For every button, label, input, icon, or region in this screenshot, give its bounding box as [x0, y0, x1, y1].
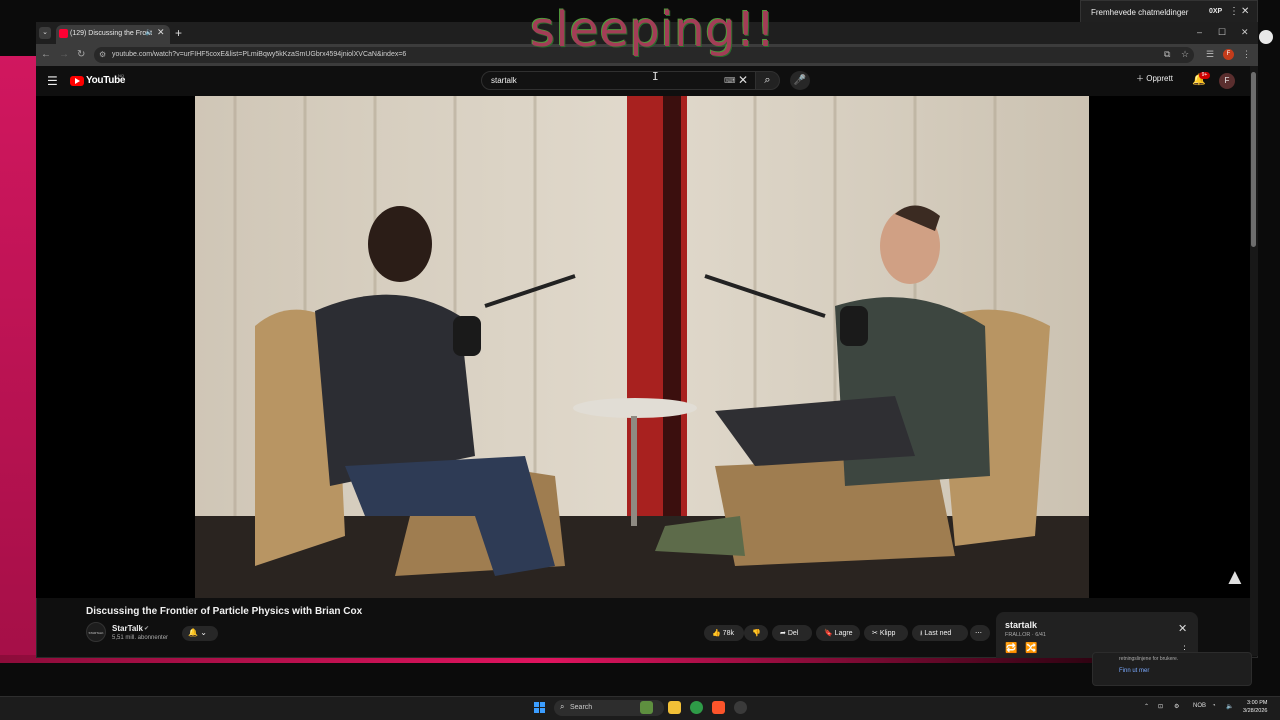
- mic-icon[interactable]: 🎤: [790, 71, 810, 90]
- profile-avatar[interactable]: F: [1223, 49, 1234, 60]
- windows-start-icon[interactable]: [534, 702, 546, 714]
- text-cursor-icon: I: [652, 70, 659, 83]
- search-icon: ⌕: [560, 702, 565, 711]
- video-player[interactable]: [195, 96, 1089, 598]
- tab-title: (129) Discussing the Front: [70, 30, 153, 37]
- subscription-bell-button[interactable]: 🔔 ⌄: [182, 626, 218, 641]
- tab-search-button[interactable]: ⌄: [39, 27, 51, 39]
- notification-text: retningslinjene for brukere.: [1119, 656, 1179, 662]
- video-frame-image: [195, 96, 1089, 598]
- search-input[interactable]: [491, 76, 711, 85]
- playlist-title[interactable]: startalk: [1005, 620, 1037, 630]
- like-count: 78k: [722, 630, 734, 637]
- channel-name[interactable]: StarTalk: [112, 624, 143, 633]
- play-icon: [75, 78, 80, 84]
- share-button[interactable]: ➦ Del: [772, 625, 812, 641]
- url-text[interactable]: youtube.com/watch?v=urFIHF5coxE&list=PLm…: [112, 51, 406, 58]
- thumbs-down-icon: 👎: [752, 630, 761, 637]
- desktop-backdrop: [0, 56, 36, 662]
- keyboard-icon[interactable]: ⌨: [724, 76, 736, 85]
- gamebar-chat-label[interactable]: Fremhevede chatmeldinger: [1091, 8, 1188, 17]
- tray-app-icon[interactable]: ⊡: [1158, 703, 1163, 710]
- reload-icon[interactable]: ↻: [77, 49, 85, 60]
- thumbs-up-icon: 👍: [712, 630, 721, 637]
- stream-overlay-text: sleeping!!: [530, 2, 776, 58]
- channel-avatar[interactable]: STARTALK: [86, 622, 106, 642]
- more-actions-button[interactable]: ⋯: [970, 625, 990, 641]
- shuffle-icon[interactable]: 🔀: [1025, 643, 1037, 654]
- bookmark-star-icon[interactable]: ☆: [1181, 49, 1189, 60]
- channel-watermark-icon[interactable]: ▲: [1224, 564, 1246, 589]
- minimize-button[interactable]: –: [1197, 27, 1202, 37]
- close-icon[interactable]: ✕: [1178, 622, 1187, 635]
- clock-date[interactable]: 3/28/2026: [1243, 708, 1267, 714]
- like-button[interactable]: 👍 78k: [704, 625, 744, 641]
- region-code: NO: [118, 73, 124, 78]
- download-button[interactable]: ⭳ Last ned: [912, 625, 968, 641]
- gamebar-badge: 0XP: [1209, 8, 1223, 15]
- chevron-up-icon[interactable]: ⌃: [1144, 703, 1149, 710]
- speaker-icon[interactable]: 🔈: [145, 28, 154, 36]
- taskbar-search-label: Search: [570, 704, 593, 711]
- brave-icon[interactable]: [712, 701, 725, 714]
- search-button[interactable]: ⌕: [755, 71, 780, 90]
- extensions-icon[interactable]: ☰: [1206, 49, 1214, 60]
- forward-icon[interactable]: →: [59, 49, 69, 60]
- notification-link[interactable]: Finn ut mer: [1119, 668, 1149, 674]
- hamburger-menu-icon[interactable]: ☰: [47, 74, 58, 88]
- playlist-subtitle: FRALLOR · 6/41: [1005, 632, 1046, 638]
- language-indicator[interactable]: NOB: [1193, 703, 1206, 709]
- notifications-badge: 9+: [1199, 72, 1210, 79]
- close-icon[interactable]: ✕: [1241, 6, 1249, 17]
- bell-icon: 🔔: [188, 628, 198, 637]
- account-avatar[interactable]: F: [1219, 73, 1235, 89]
- scrollbar-thumb[interactable]: [1251, 72, 1256, 247]
- widget-icon[interactable]: [640, 701, 653, 714]
- video-title: Discussing the Frontier of Particle Phys…: [86, 606, 363, 617]
- clip-label: Klipp: [879, 630, 896, 637]
- share-label: Del: [787, 630, 799, 637]
- chevron-down-icon: ⌄: [200, 628, 207, 637]
- bookmark-icon: 🔖: [824, 630, 833, 637]
- maximize-button[interactable]: ☐: [1218, 27, 1226, 38]
- site-info-icon[interactable]: ⚙: [99, 50, 106, 59]
- scissors-icon: ✂: [872, 630, 878, 637]
- clear-search-icon[interactable]: ✕: [738, 73, 748, 87]
- close-window-button[interactable]: ✕: [1241, 27, 1249, 38]
- wifi-icon[interactable]: ◔: [1212, 703, 1216, 709]
- clip-button[interactable]: ✂ Klipp: [864, 625, 908, 641]
- youtube-favicon-icon: [59, 29, 68, 38]
- file-explorer-icon[interactable]: [668, 701, 681, 714]
- back-icon[interactable]: ←: [41, 49, 51, 60]
- clock-time[interactable]: 3:00 PM: [1247, 700, 1267, 706]
- create-button[interactable]: ＋ Opprett: [1136, 73, 1173, 84]
- new-tab-button[interactable]: +: [175, 26, 182, 40]
- chrome-menu-icon[interactable]: ⋮: [1242, 49, 1251, 60]
- tab-close-icon[interactable]: ✕: [157, 27, 165, 38]
- tray-settings-icon[interactable]: ⚙: [1174, 703, 1179, 710]
- download-label: Last ned: [924, 630, 952, 637]
- subscriber-count: 5,51 mill. abonnenter: [112, 635, 169, 641]
- verified-check-icon: ✔: [144, 626, 150, 632]
- create-label: Opprett: [1146, 74, 1173, 83]
- side-panel-button[interactable]: [1259, 30, 1273, 44]
- save-button[interactable]: 🔖 Lagre: [816, 625, 860, 641]
- loop-icon[interactable]: 🔁: [1005, 643, 1017, 654]
- share-icon: ➦: [780, 630, 786, 637]
- save-label: Lagre: [834, 630, 853, 637]
- more-icon[interactable]: ⋮: [1229, 6, 1239, 17]
- download-icon: ⭳: [920, 630, 923, 637]
- volume-icon[interactable]: 🔈: [1226, 703, 1233, 710]
- dislike-button[interactable]: 👎: [744, 625, 768, 641]
- app-icon[interactable]: [734, 701, 747, 714]
- install-app-icon[interactable]: ⧉: [1164, 49, 1170, 60]
- chrome-icon[interactable]: [690, 701, 703, 714]
